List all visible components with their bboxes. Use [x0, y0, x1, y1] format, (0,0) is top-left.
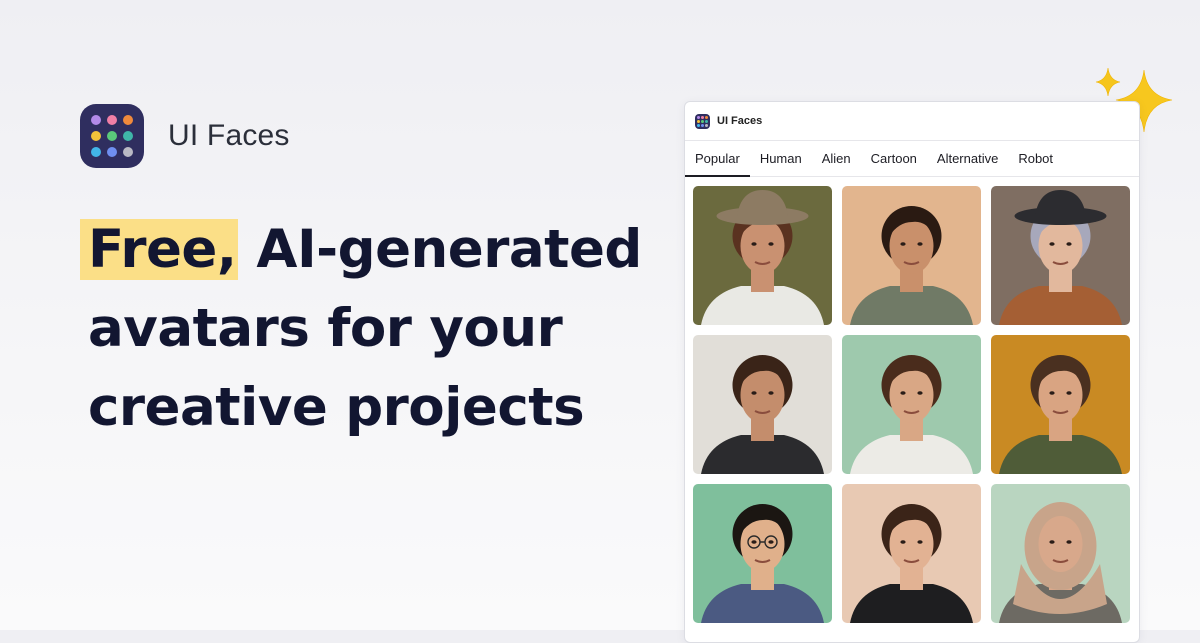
- logo-dot: [91, 115, 101, 125]
- avatar-man-black-hoodie[interactable]: [842, 484, 981, 623]
- logo-dot: [91, 147, 101, 157]
- logo-dot: [701, 123, 704, 127]
- logo-dot: [107, 115, 117, 125]
- portrait-icon: [701, 190, 824, 325]
- tab-cartoon[interactable]: Cartoon: [861, 141, 927, 176]
- avatar-man-quiff-beard[interactable]: [693, 335, 832, 474]
- portrait-icon: [999, 502, 1122, 623]
- app-window: UI Faces Popular Human Alien Cartoon Alterna…: [684, 101, 1140, 643]
- portrait-icon: [701, 504, 824, 623]
- logo-dot: [107, 131, 117, 141]
- logo-dot: [123, 131, 133, 141]
- logo-dot: [705, 115, 708, 119]
- logo-dot: [701, 115, 704, 119]
- tab-human[interactable]: Human: [750, 141, 812, 176]
- avatar-man-curly-dark[interactable]: [842, 186, 981, 325]
- tab-alternative[interactable]: Alternative: [927, 141, 1008, 176]
- headline-line-1-rest: AI-generated: [238, 219, 642, 280]
- logo-dot: [107, 147, 117, 157]
- portrait-icon: [850, 504, 973, 623]
- avatar-man-glasses-smiling[interactable]: [693, 484, 832, 623]
- portrait-icon: [999, 190, 1122, 325]
- brand-name: UI Faces: [168, 119, 290, 152]
- logo-dot: [701, 119, 704, 123]
- logo-dot: [697, 115, 700, 119]
- brand: UI Faces: [80, 104, 290, 168]
- avatar-man-smiling-jacket[interactable]: [991, 335, 1130, 474]
- logo-dot: [91, 131, 101, 141]
- headline-line-2: avatars for your: [88, 298, 563, 359]
- avatar-man-curly-hair[interactable]: [842, 335, 981, 474]
- category-tabs: Popular Human Alien Cartoon Alternative Robot: [685, 141, 1139, 177]
- avatar-grid: [685, 177, 1139, 623]
- logo-dot: [123, 147, 133, 157]
- portrait-icon: [701, 355, 824, 474]
- window-titlebar: UI Faces: [685, 102, 1139, 141]
- portrait-icon: [850, 206, 973, 325]
- app-logo-small-icon: [695, 113, 710, 129]
- portrait-icon: [850, 355, 973, 474]
- tab-popular[interactable]: Popular: [685, 141, 750, 177]
- app-logo-icon: [80, 104, 144, 168]
- headline-highlight: Free,: [80, 219, 239, 280]
- avatar-woman-hat-bangs[interactable]: [693, 186, 832, 325]
- headline-line-1: Free, AI-generated: [80, 210, 642, 289]
- logo-dot: [697, 119, 700, 123]
- headline: Free, AI-generated avatars for your crea…: [80, 210, 642, 447]
- logo-dot: [705, 123, 708, 127]
- portrait-icon: [999, 355, 1122, 474]
- avatar-woman-silver-hair-hat[interactable]: [991, 186, 1130, 325]
- logo-dot: [697, 123, 700, 127]
- tab-alien[interactable]: Alien: [812, 141, 861, 176]
- avatar-woman-hijab[interactable]: [991, 484, 1130, 623]
- tab-robot[interactable]: Robot: [1008, 141, 1063, 176]
- headline-line-3: creative projects: [88, 377, 585, 438]
- logo-dot: [123, 115, 133, 125]
- window-title: UI Faces: [717, 115, 763, 127]
- logo-dot: [705, 119, 708, 123]
